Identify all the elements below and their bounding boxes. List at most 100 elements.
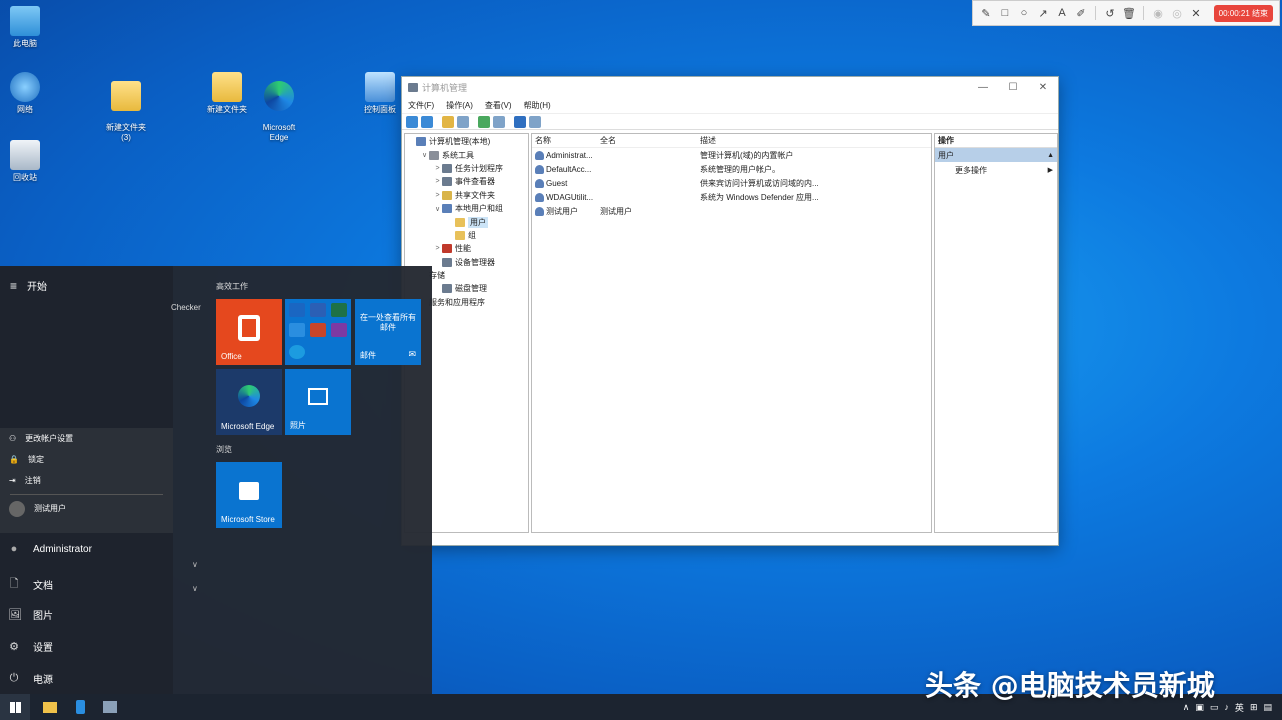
tree-item[interactable]: 组 bbox=[405, 229, 528, 242]
rail-item-label: 设置 bbox=[33, 643, 53, 654]
rail-item-documents[interactable]: 🗋 文档 bbox=[8, 575, 53, 594]
desktop-icon-folder-3[interactable]: 新建文件夹 (3) bbox=[91, 72, 161, 151]
tree-item[interactable]: ∨ 系统工具 bbox=[405, 148, 528, 161]
chevron-icon[interactable]: ∨ bbox=[420, 151, 429, 159]
tree-item[interactable]: > 性能 bbox=[405, 242, 528, 255]
rail-item-pictures[interactable]: 🖼 图片 bbox=[8, 607, 53, 622]
table-row[interactable]: Administrat... 管理计算机(域)的内置帐户 bbox=[532, 148, 931, 162]
office-tile[interactable]: Office bbox=[216, 299, 282, 365]
screen-recorder-toolbar: ✎ □ ○ ↗ A ✐ ↺ 🗑 ◉ ◎ ✕ 00:00:21 结束 bbox=[972, 0, 1280, 26]
arrow-icon[interactable]: ↗ bbox=[1036, 6, 1050, 20]
chevron-down-icon[interactable]: ∨ bbox=[192, 560, 198, 569]
chevron-icon[interactable]: > bbox=[433, 192, 442, 199]
actions-pane: 操作 用户 ▲ 更多操作 ▶ bbox=[934, 133, 1058, 533]
desktop-icon-network[interactable]: 网络 bbox=[0, 72, 60, 114]
notification-icon[interactable]: ▤ bbox=[1263, 702, 1272, 713]
toolbar-divider bbox=[1095, 6, 1096, 20]
user-avatar-icon bbox=[9, 500, 25, 517]
chevron-icon[interactable]: ∨ bbox=[433, 205, 442, 213]
table-row[interactable]: 测试用户 测试用户 bbox=[532, 204, 931, 218]
column-fullname[interactable]: 全名 bbox=[600, 135, 700, 146]
rail-item-administrator[interactable]: ● Administrator bbox=[8, 543, 92, 555]
chevron-down-icon[interactable]: ∨ bbox=[192, 584, 198, 593]
more-actions-item[interactable]: 更多操作 ▶ bbox=[935, 162, 1057, 178]
taskbar-computer-management[interactable] bbox=[95, 694, 125, 720]
desktop-icon-this-pc[interactable]: 此电脑 bbox=[0, 6, 60, 48]
edge-tile[interactable]: Microsoft Edge bbox=[216, 369, 282, 435]
tree-node-icon bbox=[442, 204, 452, 214]
undo-icon[interactable]: ↺ bbox=[1103, 6, 1117, 20]
ime-icon[interactable]: ⊞ bbox=[1250, 702, 1258, 713]
properties-icon[interactable] bbox=[529, 115, 541, 128]
menu-file[interactable]: 文件(F) bbox=[408, 100, 434, 111]
toolbar-divider bbox=[1143, 6, 1144, 20]
folder-up-icon[interactable] bbox=[442, 115, 454, 128]
maximize-button[interactable]: ☐ bbox=[998, 82, 1028, 93]
rail-item-settings[interactable]: ⚙ 设置 bbox=[8, 639, 53, 654]
change-account-settings-item[interactable]: ⚇ 更改帐户设置 bbox=[0, 428, 173, 449]
rectangle-icon[interactable]: □ bbox=[998, 6, 1012, 20]
actions-section-label: 用户 bbox=[938, 150, 954, 160]
desktop-icon-edge[interactable]: Microsoft Edge bbox=[244, 72, 314, 151]
minimize-button[interactable]: — bbox=[968, 82, 998, 93]
pen-icon[interactable]: ✎ bbox=[979, 6, 993, 20]
chevron-icon[interactable]: > bbox=[433, 165, 442, 172]
photos-tile[interactable]: 照片 bbox=[285, 369, 351, 435]
show-tree-icon[interactable] bbox=[457, 115, 469, 128]
forward-icon[interactable] bbox=[421, 115, 433, 128]
menu-help[interactable]: 帮助(H) bbox=[524, 100, 551, 111]
column-description[interactable]: 描述 bbox=[700, 135, 931, 146]
current-user-item[interactable]: 测试用户 bbox=[0, 498, 173, 519]
sign-out-item[interactable]: ⇥ 注销 bbox=[0, 470, 173, 491]
close-button[interactable]: ✕ bbox=[1028, 82, 1058, 93]
circle-icon[interactable]: ○ bbox=[1017, 6, 1031, 20]
tree-item[interactable]: > 事件查看器 bbox=[405, 175, 528, 188]
hamburger-icon[interactable]: ≡ bbox=[10, 279, 17, 293]
eye-icon[interactable]: ◉ bbox=[1151, 6, 1165, 20]
input-language[interactable]: 英 bbox=[1235, 701, 1244, 714]
recycle-bin-icon bbox=[10, 140, 40, 170]
user-icon bbox=[535, 206, 544, 216]
column-name[interactable]: 名称 bbox=[532, 135, 600, 146]
table-row[interactable]: Guest 供来宾访问计算机或访问域的内... bbox=[532, 176, 931, 190]
text-icon[interactable]: A bbox=[1055, 6, 1069, 20]
user-icon bbox=[535, 164, 544, 174]
start-button[interactable] bbox=[0, 694, 30, 720]
table-row[interactable]: DefaultAcc... 系统管理的用户帐户。 bbox=[532, 162, 931, 176]
volume-icon[interactable]: ♪ bbox=[1224, 702, 1229, 712]
taskbar-phone-app[interactable] bbox=[65, 694, 95, 720]
close-icon[interactable]: ✕ bbox=[1189, 6, 1203, 20]
chevron-icon[interactable]: > bbox=[433, 178, 442, 185]
trash-icon[interactable]: 🗑 bbox=[1122, 6, 1136, 20]
export-icon[interactable] bbox=[493, 115, 505, 128]
office-apps-folder-tile[interactable] bbox=[285, 299, 351, 365]
menu-view[interactable]: 查看(V) bbox=[485, 100, 512, 111]
tree-item[interactable]: > 任务计划程序 bbox=[405, 162, 528, 175]
tree-item[interactable]: 用户 bbox=[405, 215, 528, 228]
mail-tile-text: 在一处查看所有 邮件 bbox=[360, 313, 416, 333]
tree-item[interactable]: 计算机管理(本地) bbox=[405, 135, 528, 148]
window-titlebar[interactable]: 计算机管理 — ☐ ✕ bbox=[402, 77, 1058, 97]
popup-divider bbox=[10, 494, 163, 495]
tree-item[interactable]: > 共享文件夹 bbox=[405, 189, 528, 202]
recording-timer-button[interactable]: 00:00:21 结束 bbox=[1213, 4, 1273, 22]
rail-item-power[interactable]: ⏻ 电源 bbox=[8, 671, 53, 686]
marker-icon[interactable]: ✐ bbox=[1074, 6, 1088, 20]
mail-tile[interactable]: 在一处查看所有 邮件 邮件 ✉ bbox=[355, 299, 421, 365]
desktop-icon-recycle-bin[interactable]: 回收站 bbox=[0, 140, 60, 182]
user-avatar-icon: ● bbox=[10, 543, 18, 555]
lock-item[interactable]: 🔒 锁定 bbox=[0, 449, 173, 470]
taskbar-file-explorer[interactable] bbox=[35, 694, 65, 720]
back-icon[interactable] bbox=[406, 115, 418, 128]
tree-item[interactable]: ∨ 本地用户和组 bbox=[405, 202, 528, 215]
start-menu-header[interactable]: ≡ 开始 bbox=[10, 278, 47, 294]
chevron-icon[interactable]: > bbox=[433, 245, 442, 252]
refresh-icon[interactable] bbox=[478, 115, 490, 128]
powerpoint-icon bbox=[310, 323, 326, 337]
help-icon[interactable] bbox=[514, 115, 526, 128]
actions-section-users[interactable]: 用户 ▲ bbox=[935, 148, 1057, 162]
table-row[interactable]: WDAGUtilit... 系统为 Windows Defender 应用... bbox=[532, 190, 931, 204]
menu-action[interactable]: 操作(A) bbox=[446, 100, 473, 111]
store-tile[interactable]: Microsoft Store bbox=[216, 462, 282, 528]
eye-off-icon[interactable]: ◎ bbox=[1170, 6, 1184, 20]
